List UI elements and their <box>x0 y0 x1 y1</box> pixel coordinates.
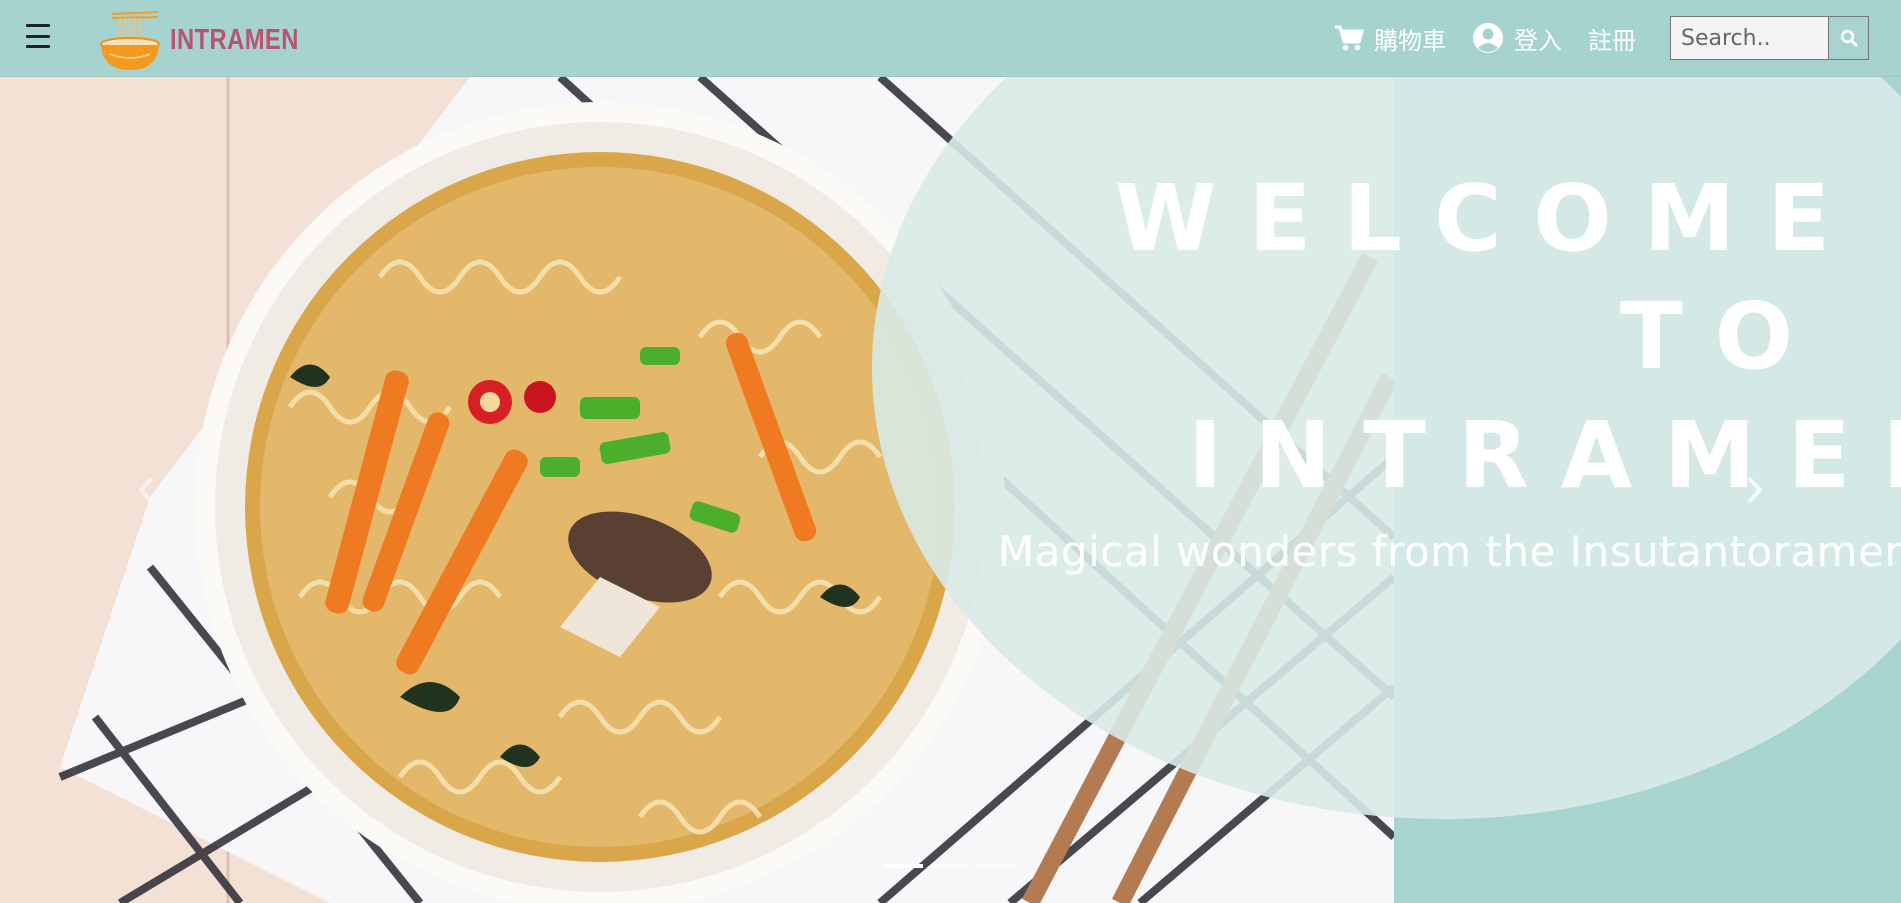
user-circle-icon <box>1473 23 1503 53</box>
brand-name: INTRAMEN <box>170 23 299 56</box>
hero-heading-line1: WELCOME <box>1115 165 1863 272</box>
hamburger-menu-icon[interactable] <box>26 24 50 48</box>
cart-link[interactable]: 購物車 <box>1334 21 1446 56</box>
brand-link[interactable]: INTRAMEN <box>98 8 327 72</box>
login-link[interactable]: 登入 <box>1472 21 1562 56</box>
shopping-cart-icon <box>1335 25 1364 51</box>
register-link[interactable]: 註冊 <box>1588 21 1636 56</box>
hero-tagline: Magical wonders from the Insutantoramen <box>998 527 1901 576</box>
search-input[interactable] <box>1670 16 1829 60</box>
cart-label: 購物車 <box>1374 26 1446 55</box>
ramen-bowl-logo-icon <box>100 10 160 70</box>
register-label: 註冊 <box>1588 26 1636 55</box>
search-button[interactable] <box>1829 16 1869 60</box>
carousel-next-button[interactable] <box>1735 465 1775 515</box>
carousel-indicator[interactable] <box>977 864 1015 868</box>
search-icon <box>1840 29 1857 47</box>
search-form <box>1670 16 1869 60</box>
carousel-indicator[interactable] <box>931 864 969 868</box>
hero-text: WELCOME TO INTRAMEN Magical wonders from… <box>0 77 1901 903</box>
login-label: 登入 <box>1514 26 1562 55</box>
chevron-left-icon <box>138 476 154 504</box>
chevron-right-icon <box>1747 476 1763 504</box>
nav-actions: 購物車 登入 註冊 <box>1334 16 1869 60</box>
carousel-prev-button[interactable] <box>126 465 166 515</box>
carousel-indicator[interactable] <box>885 864 923 868</box>
top-navbar: INTRAMEN 購物車 登入 註冊 <box>0 0 1901 77</box>
carousel-indicators <box>885 864 1023 868</box>
hero-carousel: WELCOME TO INTRAMEN Magical wonders from… <box>0 77 1901 903</box>
hero-heading-line3: INTRAMEN <box>1188 402 1901 509</box>
hero-heading-line2: TO <box>1620 283 1825 390</box>
